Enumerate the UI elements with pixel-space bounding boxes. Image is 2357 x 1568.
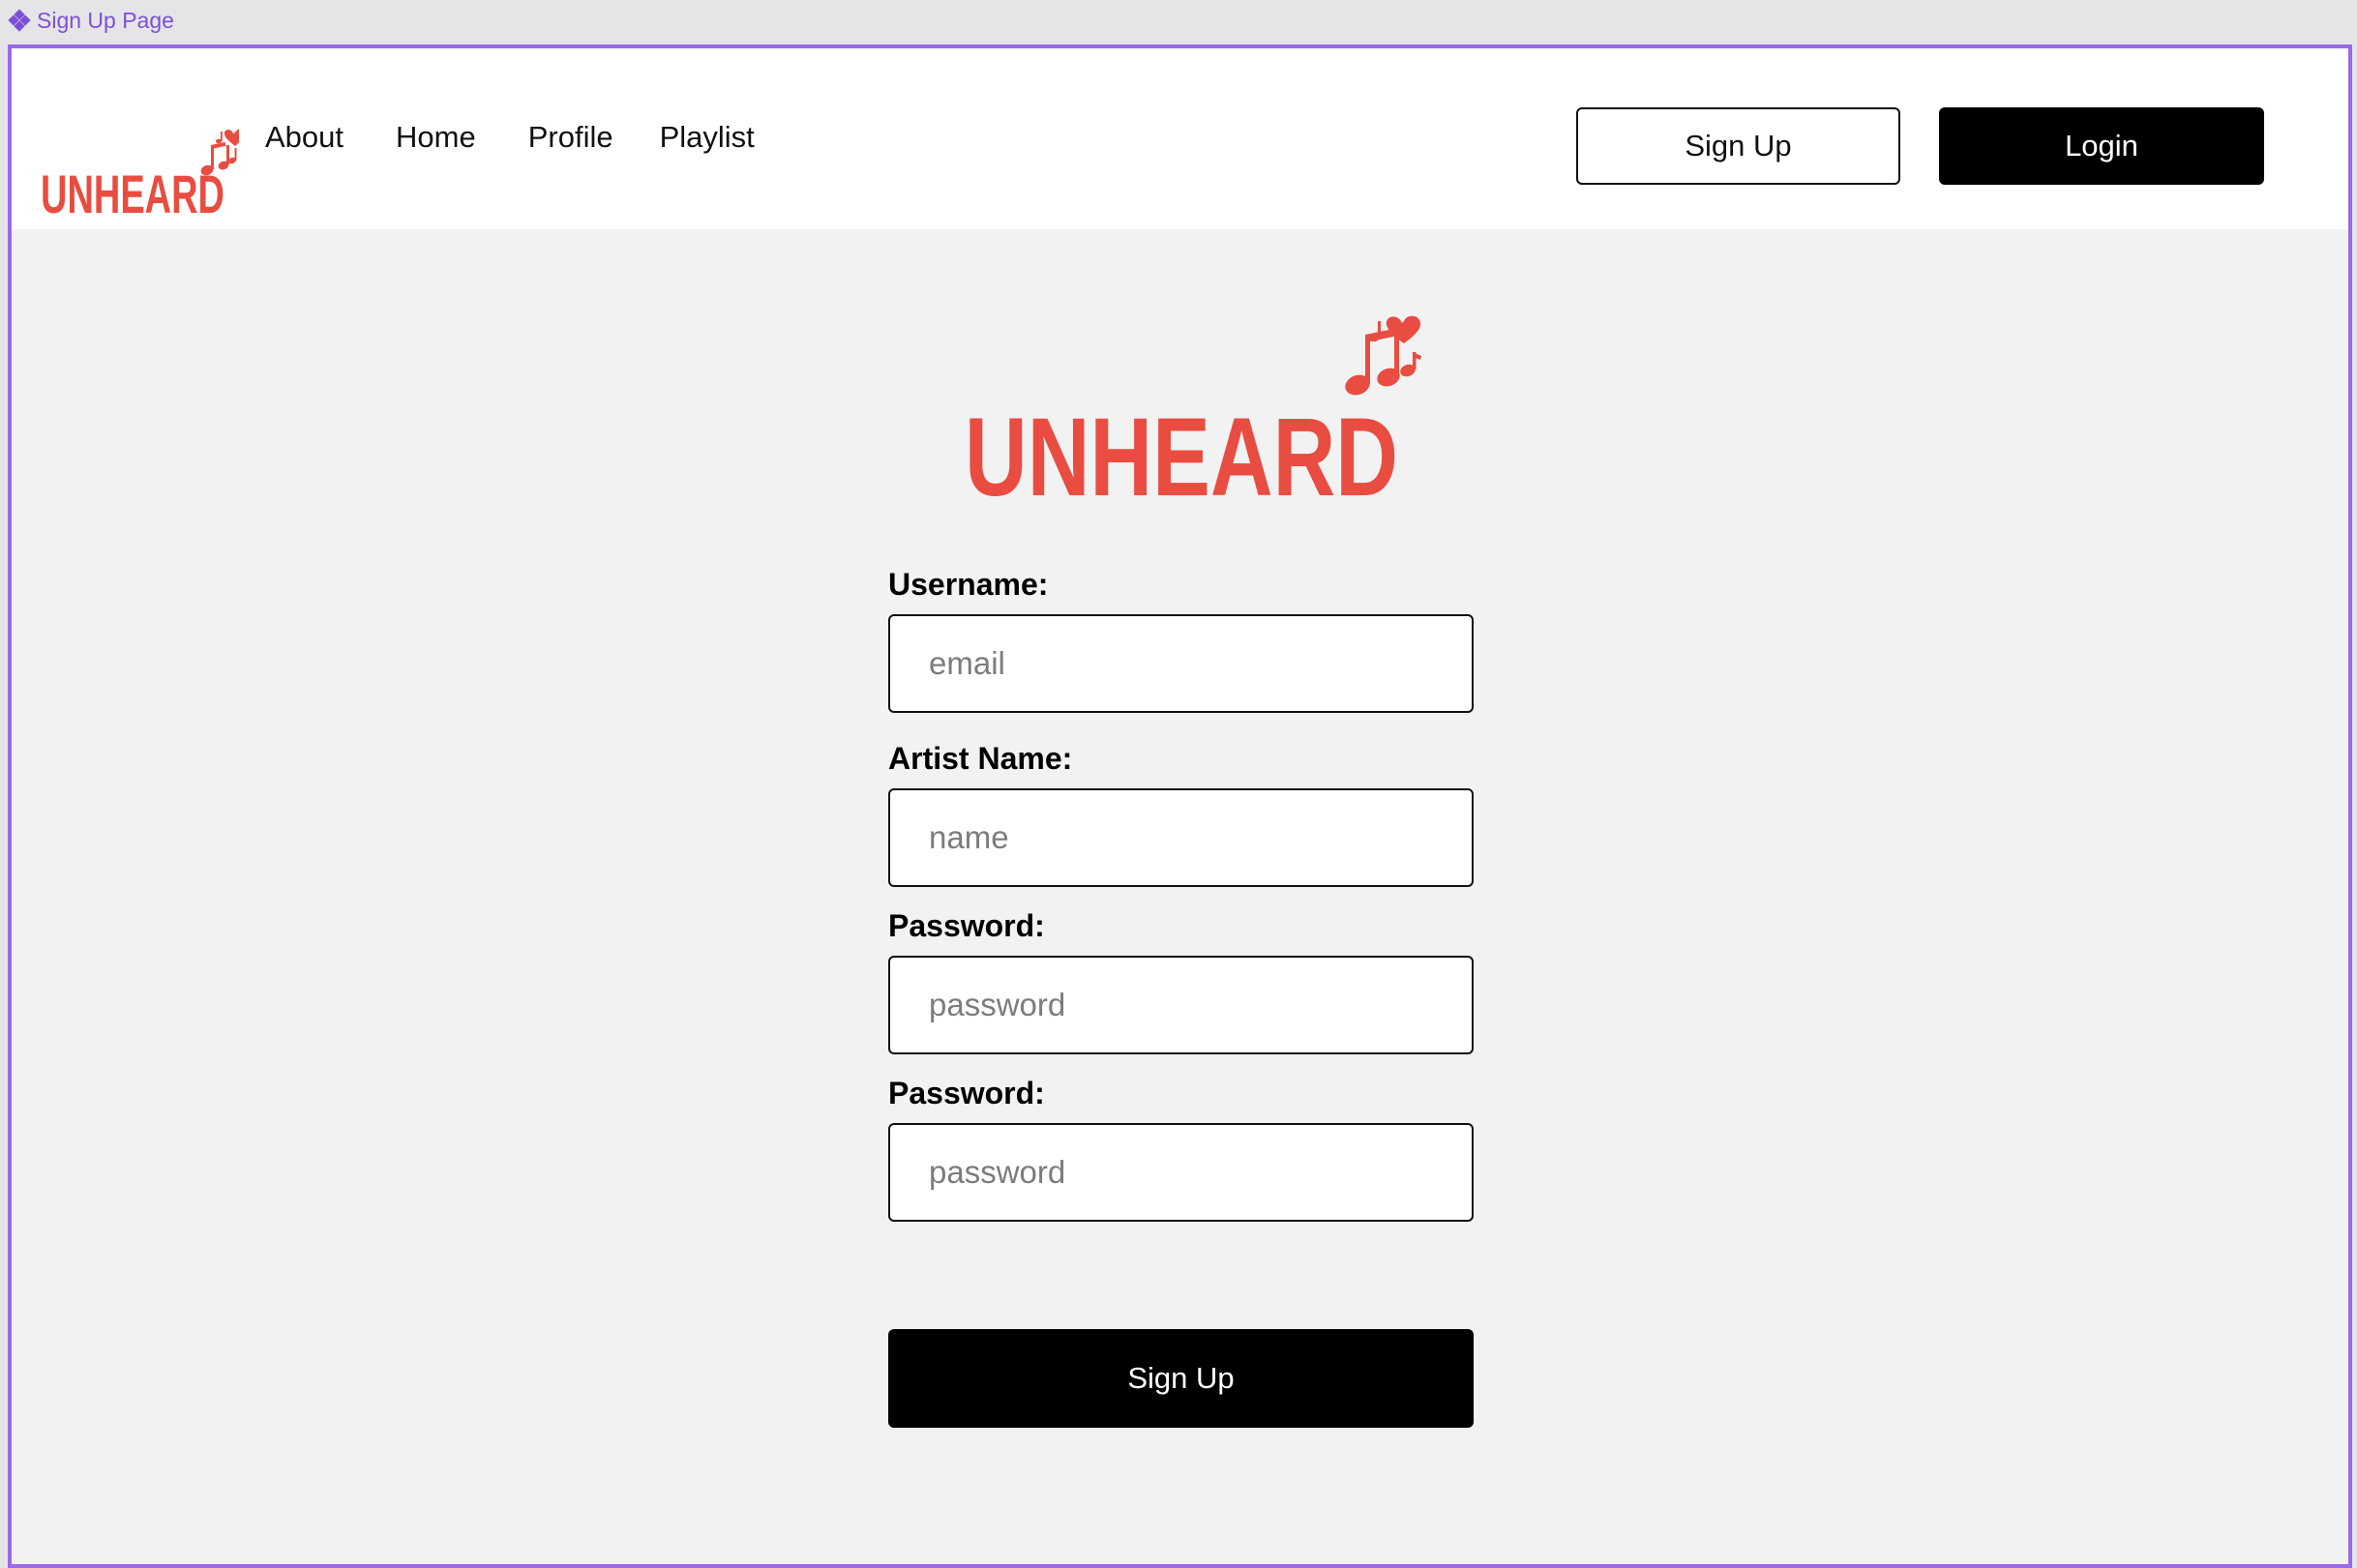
nav-link-home[interactable]: Home xyxy=(396,122,476,152)
password-confirm-label: Password: xyxy=(888,1076,1045,1110)
artist-name-label: Artist Name: xyxy=(888,741,1073,776)
password-confirm-input[interactable] xyxy=(888,1123,1474,1222)
password-input[interactable] xyxy=(888,956,1474,1054)
nav-link-profile[interactable]: Profile xyxy=(528,122,613,152)
component-icon xyxy=(8,9,31,32)
username-input[interactable] xyxy=(888,614,1474,713)
frame-label-text: Sign Up Page xyxy=(37,7,174,33)
frame-label: Sign Up Page xyxy=(8,6,174,35)
brand-wordmark: UNHEARD xyxy=(41,163,224,221)
page-frame: UNHEARD About Home Profile Playlist Sign… xyxy=(8,44,2352,1568)
signup-submit-button[interactable]: Sign Up xyxy=(888,1329,1474,1428)
password-label: Password: xyxy=(888,908,1045,943)
nav-link-about[interactable]: About xyxy=(265,122,343,152)
nav-links: About Home Profile Playlist xyxy=(265,122,807,152)
navbar: UNHEARD About Home Profile Playlist Sign… xyxy=(12,48,2348,229)
nav-signup-button[interactable]: Sign Up xyxy=(1576,107,1900,185)
nav-link-playlist[interactable]: Playlist xyxy=(660,122,755,152)
music-notes-heart-icon xyxy=(1345,315,1421,396)
main-logo: UNHEARD xyxy=(965,315,1421,507)
main-logo-wordmark: UNHEARD xyxy=(965,396,1398,507)
artist-name-input[interactable] xyxy=(888,788,1474,887)
brand-logo[interactable]: UNHEARD xyxy=(41,95,239,221)
username-label: Username: xyxy=(888,567,1049,602)
nav-login-button[interactable]: Login xyxy=(1939,107,2264,185)
